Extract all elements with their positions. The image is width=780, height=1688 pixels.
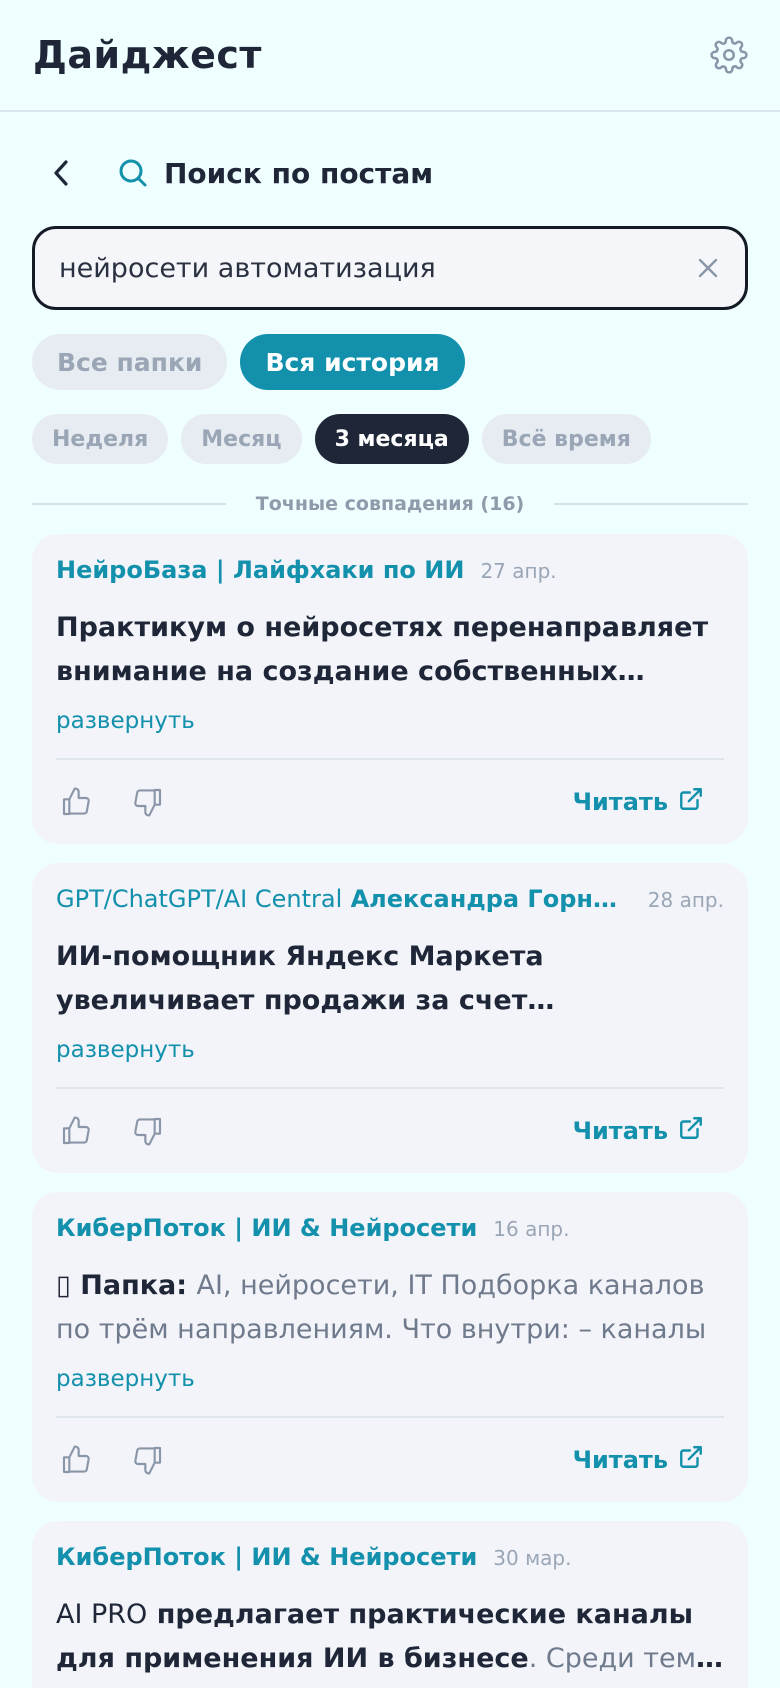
search-icon — [118, 157, 150, 189]
filter-chip-all-time[interactable]: Всё время — [481, 414, 651, 464]
post-text: ИИ-помощник Яндекс Маркета увеличивает п… — [56, 941, 544, 1016]
read-post-link[interactable]: Читать — [573, 786, 704, 818]
thumbs-down-icon[interactable] — [128, 782, 168, 822]
read-link-label: Читать — [572, 788, 668, 816]
clear-search-icon[interactable] — [693, 253, 723, 283]
app-header: Дайджест — [0, 0, 780, 112]
post-text-bold: Папка: — [80, 1270, 188, 1301]
search-title: Поиск по постам — [164, 156, 434, 190]
read-link-label: Читать — [572, 1446, 668, 1474]
back-chevron-icon[interactable] — [44, 153, 78, 193]
post-meta: КиберПоток | ИИ & Нейросети 30 мар. — [56, 1543, 724, 1579]
page-title: Дайджест — [33, 33, 262, 77]
channel-name[interactable]: НейроБаза | Лайфхаки по ИИ — [56, 556, 464, 584]
thumbs-up-icon[interactable] — [56, 1111, 96, 1151]
post-text: Практикум о нейросетях перенаправляет вн… — [56, 612, 709, 687]
filter-chip-month[interactable]: Месяц — [181, 414, 302, 464]
post-date: 30 мар. — [493, 1546, 572, 1570]
search-input[interactable] — [59, 252, 693, 284]
divider-line — [32, 503, 226, 505]
post-meta: КиберПоток | ИИ & Нейросети 16 апр. — [56, 1214, 724, 1250]
thumbs-up-icon[interactable] — [56, 782, 96, 822]
channel-author-name: Александра Горногорская — [350, 885, 632, 913]
post-card: GPT/ChatGPT/AI Central Александра Горног… — [32, 863, 748, 1173]
thumbs-down-icon[interactable] — [128, 1111, 168, 1151]
read-link-label: Читать — [572, 1117, 668, 1145]
read-post-link[interactable]: Читать — [573, 1115, 704, 1147]
expand-link[interactable]: развернуть — [56, 708, 724, 742]
card-actions: Читать — [56, 1418, 724, 1502]
digest-app: Дайджест Поиск по постам нейросети автом… — [0, 0, 780, 1688]
channel-folder-name: GPT/ChatGPT/AI Central — [56, 885, 343, 913]
external-link-icon — [678, 1444, 704, 1476]
post-date: 16 апр. — [493, 1217, 570, 1241]
search-header-row: Поиск по постам — [0, 142, 780, 204]
post-text-lead: AI PRO — [56, 1599, 148, 1630]
post-card: НейроБаза | Лайфхаки по ИИ 27 апр. Практ… — [32, 534, 748, 844]
settings-gear-icon[interactable] — [708, 34, 750, 76]
filter-chip-all-history[interactable]: Вся история — [240, 334, 465, 390]
channel-name[interactable]: КиберПоток | ИИ & Нейросети — [56, 1543, 477, 1571]
expand-link[interactable]: развернуть — [56, 1366, 724, 1400]
external-link-icon — [678, 786, 704, 818]
results-section-divider: Точные совпадения (16) — [32, 490, 749, 518]
post-card: КиберПоток | ИИ & Нейросети 16 апр. ▯ Па… — [32, 1192, 748, 1502]
read-post-link[interactable]: Читать — [573, 1444, 704, 1476]
post-meta: НейроБаза | Лайфхаки по ИИ 27 апр. — [56, 556, 724, 592]
card-actions: Читать — [56, 1089, 724, 1173]
post-date: 27 апр. — [480, 559, 557, 583]
filter-chip-3-months[interactable]: 3 месяца — [314, 414, 469, 464]
folder-glyph-icon: ▯ — [56, 1270, 71, 1301]
search-field — [32, 226, 748, 310]
external-link-icon — [678, 1115, 704, 1147]
post-date: 28 апр. — [647, 888, 724, 912]
channel-name[interactable]: GPT/ChatGPT/AI Central Александра Горног… — [56, 885, 632, 913]
section-label: Точные совпадения (16) — [255, 493, 525, 515]
period-filter-row: Неделя Месяц 3 месяца Всё время — [32, 414, 651, 464]
divider-line — [554, 503, 749, 505]
filter-chip-week[interactable]: Неделя — [32, 414, 169, 464]
expand-link[interactable]: развернуть — [56, 1037, 724, 1071]
scope-filter-row: Все папки Вся история — [32, 334, 465, 390]
thumbs-up-icon[interactable] — [56, 1440, 96, 1480]
post-meta: GPT/ChatGPT/AI Central Александра Горног… — [56, 885, 724, 921]
channel-name[interactable]: КиберПоток | ИИ & Нейросети — [56, 1214, 477, 1242]
post-card: КиберПоток | ИИ & Нейросети 30 мар. AI P… — [32, 1521, 748, 1688]
card-actions: Читать — [56, 760, 724, 844]
post-text: AI PRO предлагает практические каналы дл… — [56, 1593, 724, 1681]
post-text: ▯ Папка: AI, нейросети, IT Подборка кана… — [56, 1264, 724, 1352]
filter-chip-all-folders[interactable]: Все папки — [32, 334, 228, 390]
thumbs-down-icon[interactable] — [128, 1440, 168, 1480]
